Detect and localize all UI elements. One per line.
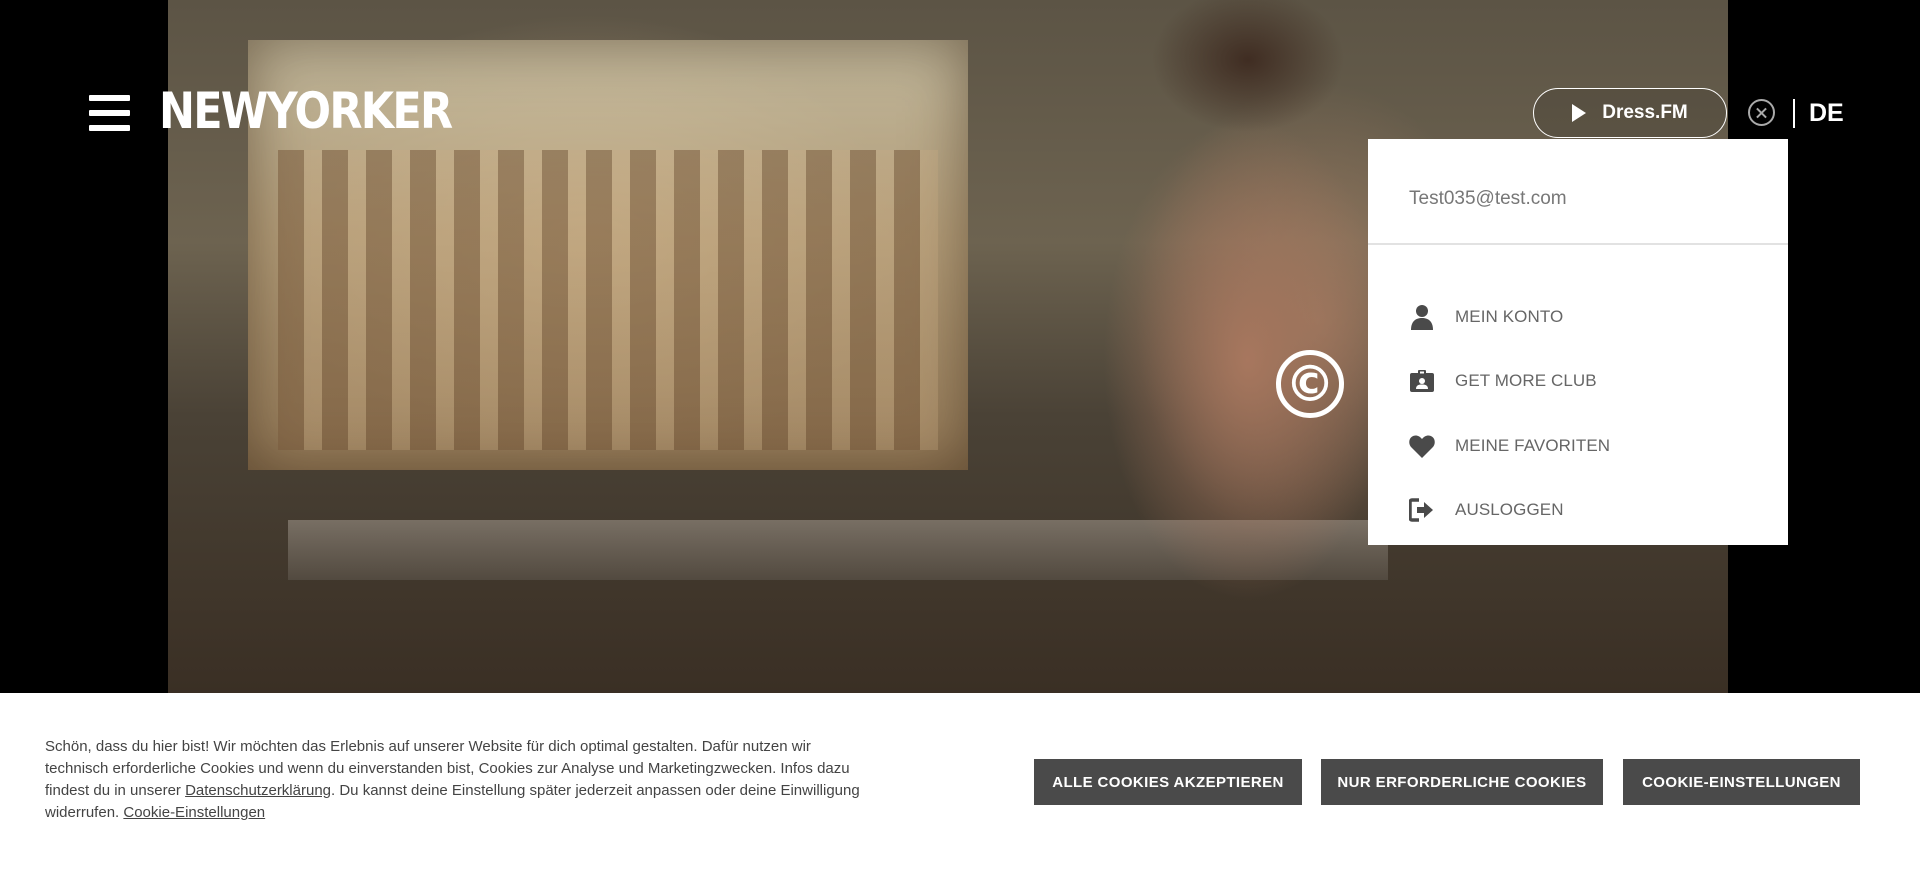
dressfm-button[interactable]: Dress.FM [1533,88,1727,138]
necessary-cookies-only-button[interactable]: NUR ERFORDERLICHE COOKIES [1321,759,1603,805]
hamburger-menu-icon[interactable] [89,95,130,131]
menu-item-label: AUSLOGGEN [1455,500,1564,519]
account-dropdown: Test035@test.com MEIN KONTO GET MORE CLU… [1368,139,1788,545]
menu-item-label: MEINE FAVORITEN [1455,436,1611,455]
play-icon [1572,104,1587,122]
user-icon [1409,304,1435,330]
privacy-policy-link[interactable]: Datenschutzerklärung [185,782,331,799]
close-icon[interactable] [1748,99,1775,126]
cookie-banner: Schön, dass du hier bist! Wir möchten da… [0,693,1920,869]
dropdown-divider [1368,243,1788,245]
accept-all-cookies-button[interactable]: ALLE COOKIES AKZEPTIEREN [1034,759,1302,805]
menu-item-mein-konto[interactable]: MEIN KONTO [1409,297,1769,337]
language-selector[interactable]: DE [1809,98,1844,128]
cookie-text: Schön, dass du hier bist! Wir möchten da… [45,738,860,821]
copyright-watermark: © [1276,350,1344,418]
menu-item-meine-favoriten[interactable]: MEINE FAVORITEN [1409,426,1769,466]
heart-icon [1409,433,1435,459]
newyorker-logo[interactable]: NEWYORKER [159,78,453,144]
menu-item-get-more-club[interactable]: GET MORE CLUB [1409,361,1769,401]
cookie-settings-link[interactable]: Cookie-Einstellungen [123,804,265,821]
menu-item-label: MEIN KONTO [1455,307,1564,326]
page: © NEWYORKER Dress.FM DE Test035@test.com… [0,0,1920,869]
background-shutters [278,150,938,450]
dressfm-label: Dress.FM [1602,102,1688,123]
header-divider [1793,99,1795,128]
menu-item-ausloggen[interactable]: AUSLOGGEN [1409,490,1769,530]
cookie-settings-button[interactable]: COOKIE-EINSTELLUNGEN [1623,759,1860,805]
club-card-icon [1409,368,1435,394]
menu-item-label: GET MORE CLUB [1455,371,1597,390]
logout-icon [1409,497,1435,523]
account-email: Test035@test.com [1409,188,1567,209]
